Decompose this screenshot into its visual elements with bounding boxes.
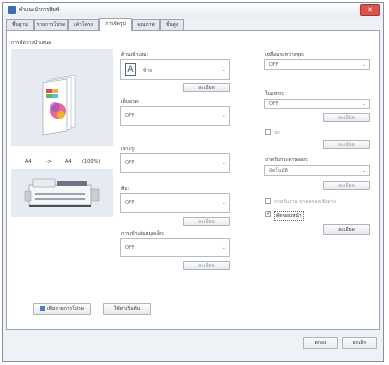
size-arrow: -> — [46, 159, 52, 165]
fold-details-button[interactable]: ละเอียด — [183, 217, 230, 226]
insert-value: OFF — [269, 101, 279, 107]
cover-checkbox[interactable] — [265, 129, 271, 135]
staple-label: เย็บลวด: — [121, 99, 140, 105]
tab-layout[interactable]: เค้าโครง — [68, 19, 99, 30]
cover-details-button[interactable]: ละเอียด — [323, 140, 370, 149]
staple-value: OFF — [125, 113, 135, 119]
binding-letter-icon: A — [125, 63, 136, 76]
paper-size-from: A4 — [25, 159, 32, 165]
booklet-value: OFF — [125, 244, 135, 251]
zoom-ratio: (100%) — [82, 159, 101, 165]
trim-details-button[interactable]: ละเอียด — [323, 224, 370, 235]
facedown-label: ถาดรับงาน ขาออกลงเชิงล่าง — [274, 199, 336, 205]
chevron-down-icon: ⌄ — [221, 66, 226, 73]
ok-button[interactable]: ตกลง — [303, 337, 338, 349]
chevron-down-icon: ⌄ — [221, 160, 226, 166]
binding-details-button[interactable]: ละเอียด — [183, 83, 230, 92]
booklet-image — [42, 74, 76, 136]
finishing-panel: การจัดวางนำเสนอ A4 -> A4 (100%) ด้านเข้า… — [6, 30, 380, 330]
restore-defaults-button[interactable]: ใช้ค่าเริ่มต้น — [103, 303, 151, 315]
binding-select[interactable]: A ซ้าย ⌄ — [120, 59, 230, 80]
paper-size-to: A4 — [65, 159, 72, 165]
tab-favorites[interactable]: รายการโปรด — [34, 19, 68, 30]
cancel-button[interactable]: ยกเลิก — [342, 337, 377, 349]
offset-label: เหลื่อมระหว่างชุด: — [265, 52, 305, 58]
chevron-down-icon: ⌄ — [221, 244, 226, 251]
tab-advanced[interactable]: ขั้นสูง — [160, 19, 184, 30]
window-title: คำแนะนำการพิมพ์ — [19, 7, 60, 13]
preview-label: การจัดวางนำเสนอ — [11, 40, 52, 46]
print-settings-window: คำแนะนำการพิมพ์ ✕ พื้นฐาน รายการโปรด เค้… — [2, 2, 384, 362]
punch-value: OFF — [125, 160, 135, 166]
output-tray-label: ถาดรับกระดาษออก: — [265, 157, 309, 163]
facedown-checkbox[interactable] — [265, 198, 271, 204]
add-favorite-button[interactable]: เพิ่มรายการโปรด — [33, 303, 91, 315]
chevron-down-icon: ⌄ — [361, 101, 366, 107]
fold-select[interactable]: OFF ⌄ — [120, 193, 230, 213]
printer-image — [24, 178, 100, 207]
trim-checkbox[interactable] — [265, 210, 271, 217]
insert-select[interactable]: OFF ⌄ — [264, 99, 370, 109]
output-tray-details-button[interactable]: ละเอียด — [323, 181, 370, 190]
printer-icon — [8, 6, 16, 14]
cover-label: ปก — [274, 130, 281, 136]
offset-select[interactable]: OFF ⌄ — [264, 59, 370, 70]
chevron-down-icon: ⌄ — [221, 200, 226, 206]
booklet-details-button[interactable]: ละเอียด — [183, 261, 230, 270]
output-tray-select[interactable]: อัตโนมัติ ⌄ — [264, 165, 370, 176]
fold-value: OFF — [125, 200, 135, 206]
binding-value: ซ้าย — [143, 68, 153, 74]
staple-select[interactable]: OFF ⌄ — [120, 106, 230, 126]
tab-finishing[interactable]: การจัดรูป — [99, 18, 132, 31]
punch-select[interactable]: OFF ⌄ — [120, 153, 230, 173]
insert-details-button[interactable]: ละเอียด — [323, 113, 370, 122]
offset-value: OFF — [269, 61, 279, 68]
chevron-down-icon: ⌄ — [361, 61, 366, 68]
booklet-select[interactable]: OFF ⌄ — [120, 238, 230, 257]
trim-label: ตัดขอบหน้า — [274, 211, 304, 221]
title-bar: คำแนะนำการพิมพ์ ✕ — [3, 3, 383, 17]
close-button[interactable]: ✕ — [360, 4, 380, 16]
add-favorite-label: เพิ่มรายการโปรด — [46, 306, 85, 312]
output-tray-value: อัตโนมัติ — [269, 167, 288, 174]
punch-label: เจาะรู: — [121, 146, 136, 152]
chevron-down-icon: ⌄ — [361, 167, 366, 174]
printer-preview — [11, 169, 113, 217]
fold-label: พับ: — [121, 186, 130, 192]
insert-label: ใบแทรก: — [265, 91, 285, 97]
chevron-down-icon: ⌄ — [221, 113, 226, 119]
tab-basic[interactable]: พื้นฐาน — [6, 19, 34, 30]
star-folder-icon — [39, 306, 45, 311]
tab-quality[interactable]: คุณภาพ — [132, 19, 160, 30]
booklet-label: การเข้าเล่มสมุดเล็ก: — [121, 231, 165, 237]
booklet-preview — [11, 49, 113, 146]
binding-label: ด้านเข้าเล่ม: — [121, 52, 149, 58]
